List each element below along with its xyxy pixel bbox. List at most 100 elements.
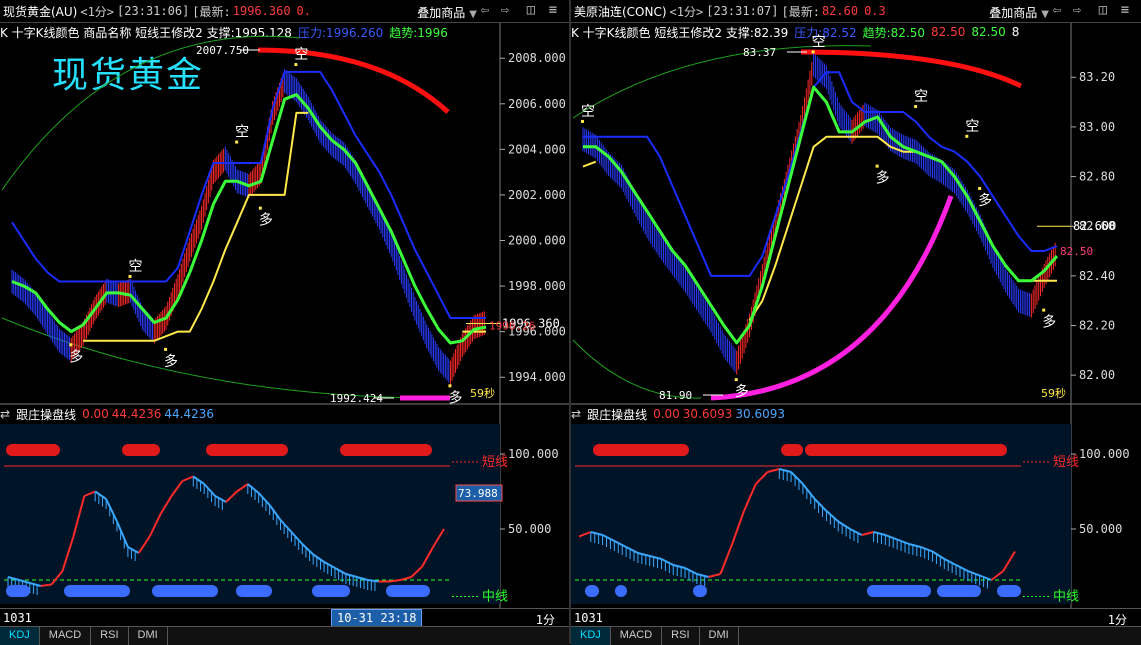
signal-dot <box>978 186 982 190</box>
oil-pane[interactable]: 美原油连(CONC) <1分> [23:31:07] [最新: 82.60 0.… <box>571 0 1141 645</box>
countdown-label: 59秒 <box>1041 386 1066 400</box>
sub-y-tick-label: 100.000 <box>508 447 559 461</box>
b-signal-strip <box>122 444 160 456</box>
sub-value-tag: 73.988 <box>458 487 498 500</box>
s-signal-strip <box>386 585 430 597</box>
signal-dot <box>1042 308 1046 312</box>
y-tick-label: 82.20 <box>1079 319 1115 333</box>
signal-dot <box>69 343 73 347</box>
tab-kdj[interactable]: KDJ <box>0 627 40 645</box>
tab-kdj[interactable]: KDJ <box>571 627 611 645</box>
trend-line <box>583 85 1059 345</box>
low-label: 81.90 <box>659 389 692 402</box>
gold-chart[interactable]: 2008.000 2006.000 2004.000 2002.000 2000.000… <box>0 0 569 644</box>
y-tick-label: 83.00 <box>1079 120 1115 134</box>
high-label: 83.37 <box>743 46 776 59</box>
signal-dot <box>258 206 262 210</box>
signal-dot <box>235 140 239 144</box>
signal-dot <box>734 378 738 382</box>
sub-bottom-label: 中线 <box>1053 590 1079 605</box>
last-price-label: 82.600 <box>1073 219 1116 233</box>
s-signal-strip <box>693 585 707 597</box>
b-signal-strip <box>805 444 1007 456</box>
signal-dot <box>875 164 879 168</box>
indicator-tabs: KDJ MACD RSI DMI <box>571 626 1141 645</box>
y-tick-label: 2002.000 <box>508 188 566 202</box>
signal-label: 多 <box>448 389 462 406</box>
s-signal-strip <box>867 585 931 597</box>
signal-label: 多 <box>735 383 749 400</box>
tab-rsi[interactable]: RSI <box>91 627 129 645</box>
y-tick-label: 1998.000 <box>508 279 566 293</box>
y-tick-label: 82.80 <box>1079 170 1115 184</box>
sub-top-label: 短线 <box>482 455 508 470</box>
signal-label: 空 <box>914 89 928 105</box>
sub-y-tick-label: 50.000 <box>1079 522 1122 536</box>
s-signal-strip <box>312 585 350 597</box>
signal-label: 多 <box>259 212 273 229</box>
sub-bottom-label: 中线 <box>482 590 508 605</box>
signal-label: 多 <box>69 348 83 365</box>
b-signal-strip <box>206 444 288 456</box>
signal-dot <box>811 50 815 54</box>
oil-chart[interactable]: 83.2083.0082.8082.6082.4082.2082.00空多空多空… <box>571 0 1141 644</box>
sub-top-label: 短线 <box>1053 455 1079 470</box>
b-signal-strip <box>781 444 803 456</box>
y-tick-label: 1994.000 <box>508 370 566 384</box>
signal-dot <box>965 134 969 138</box>
tab-dmi[interactable]: DMI <box>700 627 739 645</box>
s-signal-strip <box>236 585 272 597</box>
signal-dot <box>581 119 584 123</box>
red-arc <box>800 49 1023 89</box>
signal-label: 空 <box>294 47 308 63</box>
s-signal-strip <box>64 585 130 597</box>
indicator-tabs: KDJ MACD RSI DMI <box>0 626 569 645</box>
sub-y-tick-label: 100.000 <box>1079 447 1130 461</box>
signal-label: 空 <box>812 34 826 50</box>
signal-label: 多 <box>876 170 890 187</box>
y-tick-label: 82.40 <box>1079 269 1115 283</box>
pressure-label: 1996.26 <box>489 320 535 333</box>
s-signal-strip <box>585 585 599 597</box>
pressure-label: 82.50 <box>1060 245 1093 258</box>
signal-dot <box>164 347 168 351</box>
tab-macd[interactable]: MACD <box>611 627 663 645</box>
y-tick-label: 2004.000 <box>508 142 566 156</box>
countdown-label: 59秒 <box>470 386 495 400</box>
signal-label: 空 <box>965 119 979 135</box>
signal-dot <box>448 384 452 388</box>
bar-count: 1031 <box>3 611 32 625</box>
s-signal-strip <box>615 585 627 597</box>
signal-dot <box>914 105 918 109</box>
b-signal-strip <box>6 444 60 456</box>
b-signal-strip <box>340 444 432 456</box>
signal-dot <box>128 274 132 278</box>
s-signal-strip <box>937 585 981 597</box>
signal-label: 空 <box>129 259 143 275</box>
s-signal-strip <box>997 585 1021 597</box>
s-signal-strip <box>6 585 30 597</box>
tab-macd[interactable]: MACD <box>40 627 92 645</box>
tab-rsi[interactable]: RSI <box>662 627 700 645</box>
time-tag: 10-31 23:18 <box>331 609 423 627</box>
signal-label: 多 <box>164 353 178 370</box>
bar-count: 1031 <box>574 611 603 625</box>
sub-y-tick-label: 50.000 <box>508 522 551 536</box>
tab-dmi[interactable]: DMI <box>129 627 168 645</box>
time-axis: 1031 10-31 23:18 1分 <box>0 608 569 627</box>
gold-pane[interactable]: 现货黄金(AU) <1分> [23:31:06] [最新: 1996.360 0… <box>0 0 569 645</box>
y-tick-label: 2000.000 <box>508 234 566 248</box>
b-signal-strip <box>593 444 689 456</box>
y-tick-label: 2008.000 <box>508 51 566 65</box>
y-tick-label: 82.00 <box>1079 368 1115 382</box>
magenta-arc <box>710 195 954 401</box>
s-signal-strip <box>152 585 218 597</box>
signal-label: 多 <box>1042 314 1056 331</box>
y-tick-label: 2006.000 <box>508 97 566 111</box>
signal-label: 空 <box>581 104 595 120</box>
time-axis: 1031 1分 <box>571 608 1141 627</box>
signal-label: 多 <box>978 192 992 209</box>
signal-dot <box>294 63 298 67</box>
y-tick-label: 83.20 <box>1079 70 1115 84</box>
signal-label: 空 <box>235 125 249 141</box>
